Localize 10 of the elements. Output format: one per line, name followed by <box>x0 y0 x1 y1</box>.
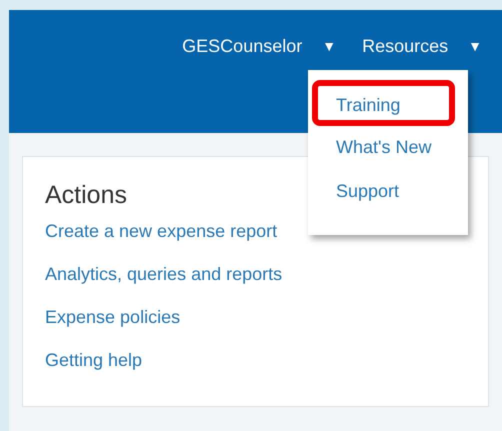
menu-item[interactable]: What's New <box>312 128 455 170</box>
action-link[interactable]: Expense policies <box>45 305 180 330</box>
menu-item[interactable]: Training <box>312 80 455 126</box>
action-link[interactable]: Analytics, queries and reports <box>45 262 282 287</box>
menu-item[interactable]: Support <box>312 172 455 214</box>
nav-menu[interactable]: GESCounselor ▼ <box>182 34 336 58</box>
action-link[interactable]: Getting help <box>45 348 142 373</box>
nav-menu[interactable]: Resources ▼ <box>362 34 482 58</box>
action-link[interactable]: Create a new expense report <box>45 219 278 244</box>
card-title: Actions <box>45 180 127 211</box>
